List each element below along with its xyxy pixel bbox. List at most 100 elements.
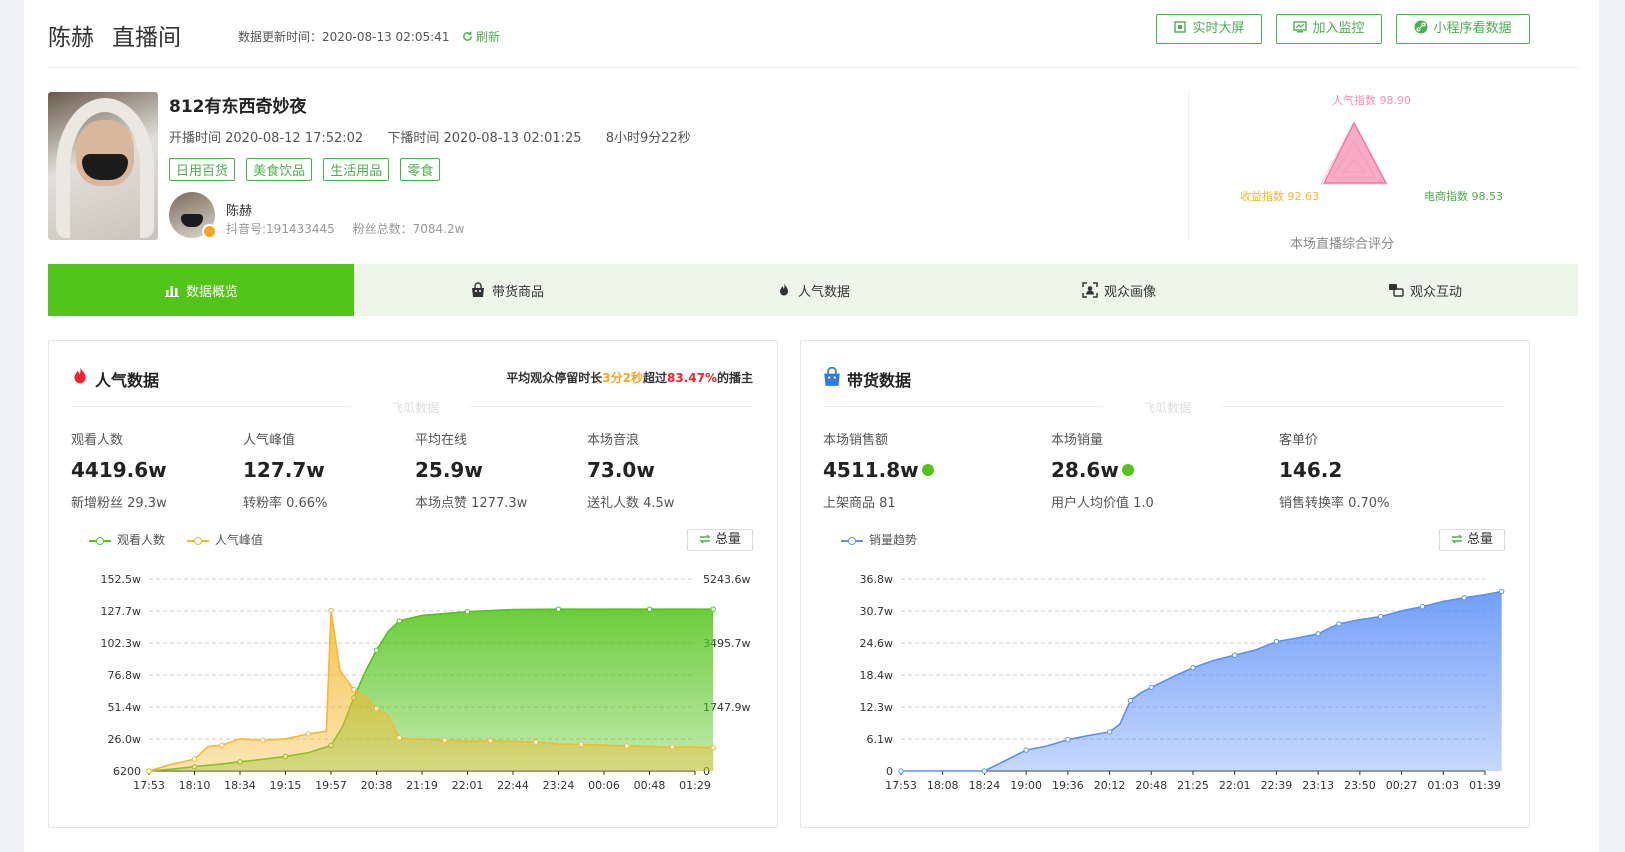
y-tick-label: 76.8w <box>108 669 142 682</box>
douyin-id: 抖音号:191433445 <box>226 222 335 236</box>
total-toggle-button[interactable]: 总量 <box>687 529 753 551</box>
legend-label: 销量趋势 <box>869 533 918 547</box>
anchor-name-title: 陈赫 <box>48 25 94 51</box>
refresh-label: 刷新 <box>476 30 501 44</box>
screen-icon <box>1174 21 1187 33</box>
x-tick-label: 19:00 <box>1010 779 1042 792</box>
miniprogram-label: 小程序看数据 <box>1433 21 1512 36</box>
y-tick-label: 18.4w <box>860 669 894 682</box>
tab-audience-profile[interactable]: 观众画像 <box>966 264 1272 316</box>
y-tick-label: 127.7w <box>101 605 142 618</box>
stat-sub: 本场点赞 1277.3w <box>415 496 528 511</box>
legend-peak[interactable]: 人气峰值 <box>186 531 263 548</box>
data-point <box>373 647 380 653</box>
y-tick-label: 51.4w <box>108 701 142 714</box>
x-tick-label: 18:10 <box>179 779 211 792</box>
tab-overview-label: 数据概览 <box>185 284 238 300</box>
tag-food-drinks[interactable]: 美食饮品 <box>246 158 313 181</box>
y-tick-label: 6200 <box>113 765 141 778</box>
note-mid: 超过 <box>642 371 667 385</box>
data-point <box>464 609 471 615</box>
data-point <box>305 731 311 737</box>
data-point <box>1190 665 1196 671</box>
add-monitor-label: 加入监控 <box>1312 21 1365 36</box>
total-label: 总量 <box>714 532 741 547</box>
stat-viewers: 观看人数 4419.6w 新增粉丝 29.3w <box>71 429 167 511</box>
stat-avg-online: 平均在线 25.9w 本场点赞 1277.3w <box>415 429 527 511</box>
stat-value: 25.9w <box>415 458 483 482</box>
link-icon <box>1414 20 1428 34</box>
radar-score-area <box>1323 121 1387 184</box>
x-tick-label: 22:01 <box>1219 779 1251 792</box>
popularity-legend: 观看人数 人气峰值 <box>89 531 281 548</box>
data-point <box>555 606 562 612</box>
verified-badge-icon <box>202 224 217 239</box>
data-point <box>328 607 334 614</box>
tab-overview[interactable]: 数据概览 <box>48 264 354 316</box>
total-toggle-button[interactable]: 总量 <box>1439 529 1505 551</box>
data-point <box>646 606 653 612</box>
y-tick-label: 152.5w <box>101 573 142 586</box>
sales-title: 带货数据 <box>847 371 912 390</box>
tab-popularity[interactable]: 人气数据 <box>660 264 966 316</box>
update-time: 数据更新时间：2020-08-13 02:05:41 <box>238 30 450 44</box>
data-point <box>260 737 266 743</box>
data-point <box>1378 613 1384 620</box>
x-tick-label: 22:01 <box>452 779 484 792</box>
x-tick-label: 01:29 <box>679 779 711 792</box>
total-label: 总量 <box>1466 532 1493 547</box>
note-post: 的播主 <box>716 371 753 385</box>
category-tags: 日用百货 美食饮品 生活用品 零食 <box>169 158 446 181</box>
legend-viewers[interactable]: 观看人数 <box>89 531 165 548</box>
series-area <box>901 591 1502 771</box>
y2-tick-label: 5243.6w <box>703 573 751 586</box>
add-monitor-button[interactable]: 加入监控 <box>1276 14 1382 44</box>
note-time: 3分2秒 <box>602 371 643 385</box>
room-label: 直播间 <box>112 25 181 51</box>
start-time: 开播时间 2020-08-12 17:52:02 <box>169 131 364 146</box>
stat-value: 73.0w <box>587 458 655 482</box>
data-point <box>981 768 988 774</box>
x-tick-label: 00:06 <box>588 779 620 792</box>
tab-audience-interaction[interactable]: 观众互动 <box>1272 264 1578 316</box>
y-tick-label: 26.0w <box>108 733 142 746</box>
legend-sales-trend[interactable]: 销量趋势 <box>841 531 917 548</box>
shopping-bag-icon <box>824 367 840 386</box>
duration: 8小时9分22秒 <box>605 131 691 146</box>
realtime-screen-button[interactable]: 实时大屏 <box>1156 14 1262 44</box>
x-tick-label: 01:39 <box>1469 779 1501 792</box>
legend-swatch <box>89 536 111 545</box>
page-header: 陈赫 直播间 数据更新时间：2020-08-13 02:05:41 刷新 实时大… <box>48 0 1578 68</box>
legend-swatch <box>841 536 863 545</box>
stat-sub: 送礼人数 4.5w <box>587 496 675 511</box>
switch-icon <box>1451 534 1463 544</box>
refresh-button[interactable]: 刷新 <box>462 28 500 45</box>
x-tick-label: 23:13 <box>1302 779 1334 792</box>
x-tick-label: 22:39 <box>1261 779 1293 792</box>
data-point <box>1461 595 1467 601</box>
verified-check-icon <box>921 464 934 476</box>
x-tick-label: 23:24 <box>543 779 575 792</box>
miniprogram-button[interactable]: 小程序看数据 <box>1396 14 1530 44</box>
avatar-mask <box>181 214 203 227</box>
data-point <box>1148 684 1154 691</box>
tag-daily-goods[interactable]: 日用百货 <box>169 158 236 181</box>
stat-sales-volume: 本场销量 28.6w 用户人均价值 1.0 <box>1051 429 1154 511</box>
stat-label: 本场销售额 <box>823 433 889 448</box>
cover-mask <box>82 154 128 180</box>
anchor-name[interactable]: 陈赫 <box>226 200 252 219</box>
tag-living-supplies[interactable]: 生活用品 <box>323 158 390 181</box>
tag-snacks[interactable]: 零食 <box>400 158 441 181</box>
live-cover-image[interactable] <box>48 92 158 240</box>
tab-audience-profile-label: 观众画像 <box>1103 284 1156 300</box>
popularity-chart: 620026.0w51.4w76.8w102.3w127.7w152.5w017… <box>101 573 751 792</box>
stat-sub: 用户人均价值 1.0 <box>1051 496 1154 511</box>
stat-sub: 销售转换率 0.70% <box>1279 496 1390 511</box>
x-tick-label: 19:36 <box>1052 779 1084 792</box>
tab-popularity-label: 人气数据 <box>797 284 850 300</box>
data-point <box>1023 747 1029 753</box>
legend-label: 人气峰值 <box>214 533 263 547</box>
tab-goods[interactable]: 带货商品 <box>354 264 660 316</box>
portrait-icon <box>1082 282 1098 298</box>
data-point <box>669 744 675 750</box>
